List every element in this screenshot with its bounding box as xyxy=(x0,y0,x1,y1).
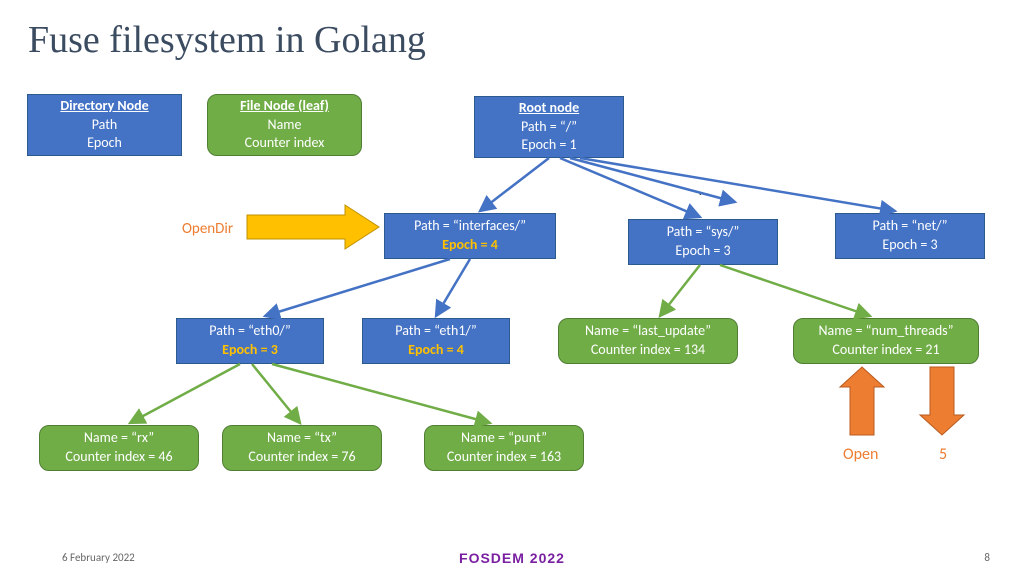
node-eth1-l1: Path = “eth1/” xyxy=(395,322,476,341)
node-punt: Name = “punt” Counter index = 163 xyxy=(424,425,584,471)
arrows-overlay xyxy=(0,0,1024,576)
footer-date: 6 February 2022 xyxy=(62,551,135,564)
legend-file-line1: Name xyxy=(268,116,302,135)
legend-file-header: File Node (leaf) xyxy=(240,97,329,116)
legend-file-node: File Node (leaf) Name Counter index xyxy=(207,94,362,156)
legend-dir-node: Directory Node Path Epoch xyxy=(27,94,182,156)
node-eth0: Path = “eth0/” Epoch = 3 xyxy=(176,318,324,364)
node-tx: Name = “tx” Counter index = 76 xyxy=(222,425,382,471)
legend-file-line2: Counter index xyxy=(245,134,325,153)
root-line1: Path = “/” xyxy=(521,118,577,137)
opendir-label: OpenDir xyxy=(182,220,233,238)
node-eth1: Path = “eth1/” Epoch = 4 xyxy=(362,318,510,364)
node-eth1-l2: Epoch = 4 xyxy=(408,341,464,360)
node-net-l2: Epoch = 3 xyxy=(882,236,937,255)
ellipsis: … xyxy=(699,182,709,199)
node-sys-l2: Epoch = 3 xyxy=(675,242,730,261)
node-num-threads-l2: Counter index = 21 xyxy=(832,341,939,360)
node-eth0-l1: Path = “eth0/” xyxy=(209,322,290,341)
node-net-l1: Path = “net/” xyxy=(873,217,948,236)
node-tx-l1: Name = “tx” xyxy=(267,429,337,448)
node-net: Path = “net/” Epoch = 3 xyxy=(835,213,985,259)
five-label: 5 xyxy=(939,445,947,464)
node-rx: Name = “rx” Counter index = 46 xyxy=(39,425,199,471)
slide-title: Fuse filesystem in Golang xyxy=(28,18,426,62)
node-punt-l1: Name = “punt” xyxy=(461,429,547,448)
node-punt-l2: Counter index = 163 xyxy=(447,448,561,467)
legend-dir-line2: Epoch xyxy=(87,134,122,153)
node-eth0-l2: Epoch = 3 xyxy=(222,341,278,360)
node-sys: Path = “sys/” Epoch = 3 xyxy=(628,219,778,265)
footer-conf: FOSDEM 2022 xyxy=(459,550,565,566)
legend-dir-header: Directory Node xyxy=(60,97,148,116)
node-interfaces-l2: Epoch = 4 xyxy=(442,236,498,255)
node-rx-l2: Counter index = 46 xyxy=(65,448,172,467)
legend-dir-line1: Path xyxy=(92,116,118,135)
node-sys-l1: Path = “sys/” xyxy=(667,223,740,242)
root-line2: Epoch = 1 xyxy=(521,136,576,155)
node-num-threads-l1: Name = “num_threads” xyxy=(818,322,953,341)
open-label: Open xyxy=(843,445,878,464)
node-num-threads: Name = “num_threads” Counter index = 21 xyxy=(793,318,979,364)
footer-page: 8 xyxy=(984,551,990,564)
node-interfaces-l1: Path = “interfaces/” xyxy=(414,217,526,236)
node-last-update-l1: Name = “last_update” xyxy=(585,322,711,341)
node-rx-l1: Name = “rx” xyxy=(84,429,154,448)
node-tx-l2: Counter index = 76 xyxy=(248,448,355,467)
node-interfaces: Path = “interfaces/” Epoch = 4 xyxy=(384,213,556,259)
root-header: Root node xyxy=(519,99,579,118)
node-last-update-l2: Counter index = 134 xyxy=(591,341,705,360)
root-node: Root node Path = “/” Epoch = 1 xyxy=(474,96,624,158)
node-last-update: Name = “last_update” Counter index = 134 xyxy=(558,318,738,364)
